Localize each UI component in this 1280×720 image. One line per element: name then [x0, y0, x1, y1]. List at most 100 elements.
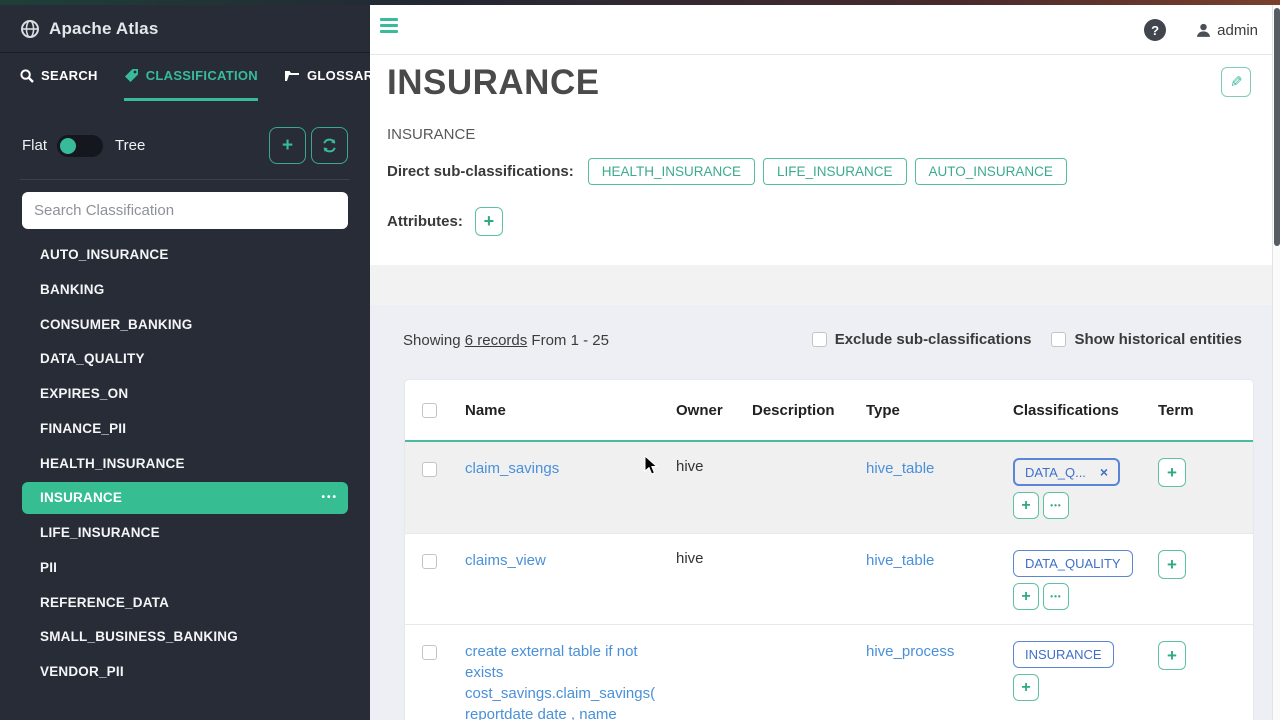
table-row: claim_savingshivehive_tableDATA_Q...×+••… — [405, 442, 1253, 533]
filter-checkbox[interactable] — [1051, 332, 1066, 347]
sidebar-item-reference_data[interactable]: REFERENCE_DATA — [22, 587, 348, 619]
column-header-description: Description — [740, 402, 854, 419]
sidebar-item-label: DATA_QUALITY — [40, 343, 348, 375]
toggle-knob — [60, 138, 76, 154]
subclassification-tag[interactable]: HEALTH_INSURANCE — [588, 158, 755, 185]
page-title: INSURANCE — [387, 63, 600, 103]
results-summary: Showing 6 records From 1 - 25 — [403, 332, 609, 349]
sidebar-item-auto_insurance[interactable]: AUTO_INSURANCE — [22, 239, 348, 271]
sidebar-item-health_insurance[interactable]: HEALTH_INSURANCE — [22, 448, 348, 480]
cell-owner: hive — [664, 442, 740, 489]
sidebar-item-consumer_banking[interactable]: CONSUMER_BANKING — [22, 309, 348, 341]
sidebar-item-finance_pii[interactable]: FINANCE_PII — [22, 413, 348, 445]
sidebar-item-expires_on[interactable]: EXPIRES_ON — [22, 378, 348, 410]
select-all-checkbox[interactable] — [422, 403, 437, 418]
tag-icon — [124, 68, 139, 83]
app-brand: Apache Atlas — [0, 5, 370, 53]
entity-name-link[interactable]: create external table if not exists cost… — [465, 641, 656, 720]
flat-label: Flat — [22, 137, 47, 154]
column-header-owner: Owner — [664, 402, 740, 419]
add-tag-button[interactable]: + — [1013, 492, 1039, 519]
table-header: NameOwnerDescriptionTypeClassificationsT… — [405, 380, 1253, 442]
sidebar-item-data_quality[interactable]: DATA_QUALITY — [22, 343, 348, 375]
page-scrollbar[interactable] — [1272, 5, 1280, 720]
add-term-button[interactable]: + — [1158, 550, 1186, 579]
records-link[interactable]: 6 records — [465, 332, 528, 349]
sidebar-item-insurance[interactable]: INSURANCE••• — [22, 482, 348, 514]
sidebar-item-label: REFERENCE_DATA — [40, 587, 348, 619]
tab-glossary[interactable]: GLOSSARY — [284, 53, 382, 101]
sidebar-item-pii[interactable]: PII — [22, 552, 348, 584]
sidebar-item-label: BANKING — [40, 274, 348, 306]
tree-label: Tree — [115, 137, 145, 154]
filter-0: Exclude sub-classifications — [812, 331, 1032, 348]
remove-tag-icon[interactable]: × — [1100, 464, 1108, 480]
section-divider — [370, 265, 1272, 305]
more-tags-button[interactable]: ••• — [1043, 583, 1069, 610]
classification-tag[interactable]: DATA_Q...× — [1013, 458, 1120, 486]
column-header-type: Type — [854, 402, 1001, 419]
entity-type-link[interactable]: hive_table — [866, 458, 934, 479]
classification-tag[interactable]: DATA_QUALITY — [1013, 550, 1133, 577]
add-tag-button[interactable]: + — [1013, 674, 1039, 701]
add-tag-button[interactable]: + — [1013, 583, 1039, 610]
sidebar-item-label: LIFE_INSURANCE — [40, 517, 348, 549]
cell-description — [740, 625, 854, 655]
filter-checkbox[interactable] — [812, 332, 827, 347]
brand-title: Apache Atlas — [49, 19, 158, 39]
subclassification-tag[interactable]: LIFE_INSURANCE — [763, 158, 907, 185]
column-header-term: Term — [1146, 402, 1253, 419]
tab-classification-label: CLASSIFICATION — [146, 68, 258, 83]
help-icon[interactable]: ? — [1144, 19, 1166, 41]
sidebar-item-life_insurance[interactable]: LIFE_INSURANCE — [22, 517, 348, 549]
classification-list: AUTO_INSURANCEBANKINGCONSUMER_BANKINGDAT… — [0, 239, 370, 688]
filter-label: Show historical entities — [1074, 331, 1242, 348]
row-checkbox[interactable] — [422, 554, 437, 569]
entity-name-link[interactable]: claims_view — [465, 550, 546, 571]
table-row: claims_viewhivehive_tableDATA_QUALITY+••… — [405, 533, 1253, 624]
row-checkbox[interactable] — [422, 645, 437, 660]
classification-search-input[interactable] — [22, 192, 348, 229]
flat-tree-toggle[interactable] — [57, 135, 103, 157]
sidebar-item-label: PII — [40, 552, 348, 584]
sidebar-item-banking[interactable]: BANKING — [22, 274, 348, 306]
entity-name-link[interactable]: claim_savings — [465, 458, 559, 479]
user-menu[interactable]: admin — [1196, 22, 1258, 39]
sidebar-item-small_business_banking[interactable]: SMALL_BUSINESS_BANKING — [22, 621, 348, 653]
entity-type-link[interactable]: hive_process — [866, 641, 954, 662]
tab-search-label: SEARCH — [41, 68, 98, 83]
hamburger-menu-icon[interactable] — [380, 18, 398, 36]
globe-icon — [20, 19, 40, 39]
add-term-button[interactable]: + — [1158, 458, 1186, 487]
main-content: INSURANCE ✎ INSURANCE Direct sub-classif… — [370, 55, 1272, 720]
table-body: claim_savingshivehive_tableDATA_Q...×+••… — [405, 442, 1253, 720]
username: admin — [1217, 22, 1258, 39]
filter-label: Exclude sub-classifications — [835, 331, 1032, 348]
classification-tag[interactable]: INSURANCE — [1013, 641, 1114, 668]
cell-description — [740, 534, 854, 564]
column-header-classifications: Classifications — [1001, 402, 1146, 419]
add-term-button[interactable]: + — [1158, 641, 1186, 670]
subclassification-tag[interactable]: AUTO_INSURANCE — [915, 158, 1067, 185]
add-attribute-button[interactable]: + — [475, 207, 503, 236]
sidebar-item-label: CONSUMER_BANKING — [40, 309, 348, 341]
row-checkbox[interactable] — [422, 462, 437, 477]
classification-description: INSURANCE — [387, 126, 475, 143]
edit-button[interactable]: ✎ — [1221, 67, 1251, 97]
attributes-label: Attributes: — [387, 213, 463, 230]
refresh-button[interactable] — [311, 127, 348, 164]
tab-classification[interactable]: CLASSIFICATION — [124, 53, 258, 101]
scrollbar-thumb[interactable] — [1274, 8, 1280, 246]
table-row: create external table if not exists cost… — [405, 624, 1253, 720]
tab-search[interactable]: SEARCH — [20, 53, 98, 101]
more-tags-button[interactable]: ••• — [1043, 492, 1069, 519]
item-options-icon[interactable]: ••• — [321, 482, 338, 514]
cell-owner: hive — [664, 534, 740, 581]
sidebar-item-label: AUTO_INSURANCE — [40, 239, 348, 271]
entity-type-link[interactable]: hive_table — [866, 550, 934, 571]
cell-owner — [664, 625, 740, 655]
sidebar-item-label: HEALTH_INSURANCE — [40, 448, 348, 480]
add-classification-button[interactable]: + — [269, 127, 306, 164]
sidebar-item-vendor_pii[interactable]: VENDOR_PII — [22, 656, 348, 688]
sidebar-item-label: SMALL_BUSINESS_BANKING — [40, 621, 348, 653]
